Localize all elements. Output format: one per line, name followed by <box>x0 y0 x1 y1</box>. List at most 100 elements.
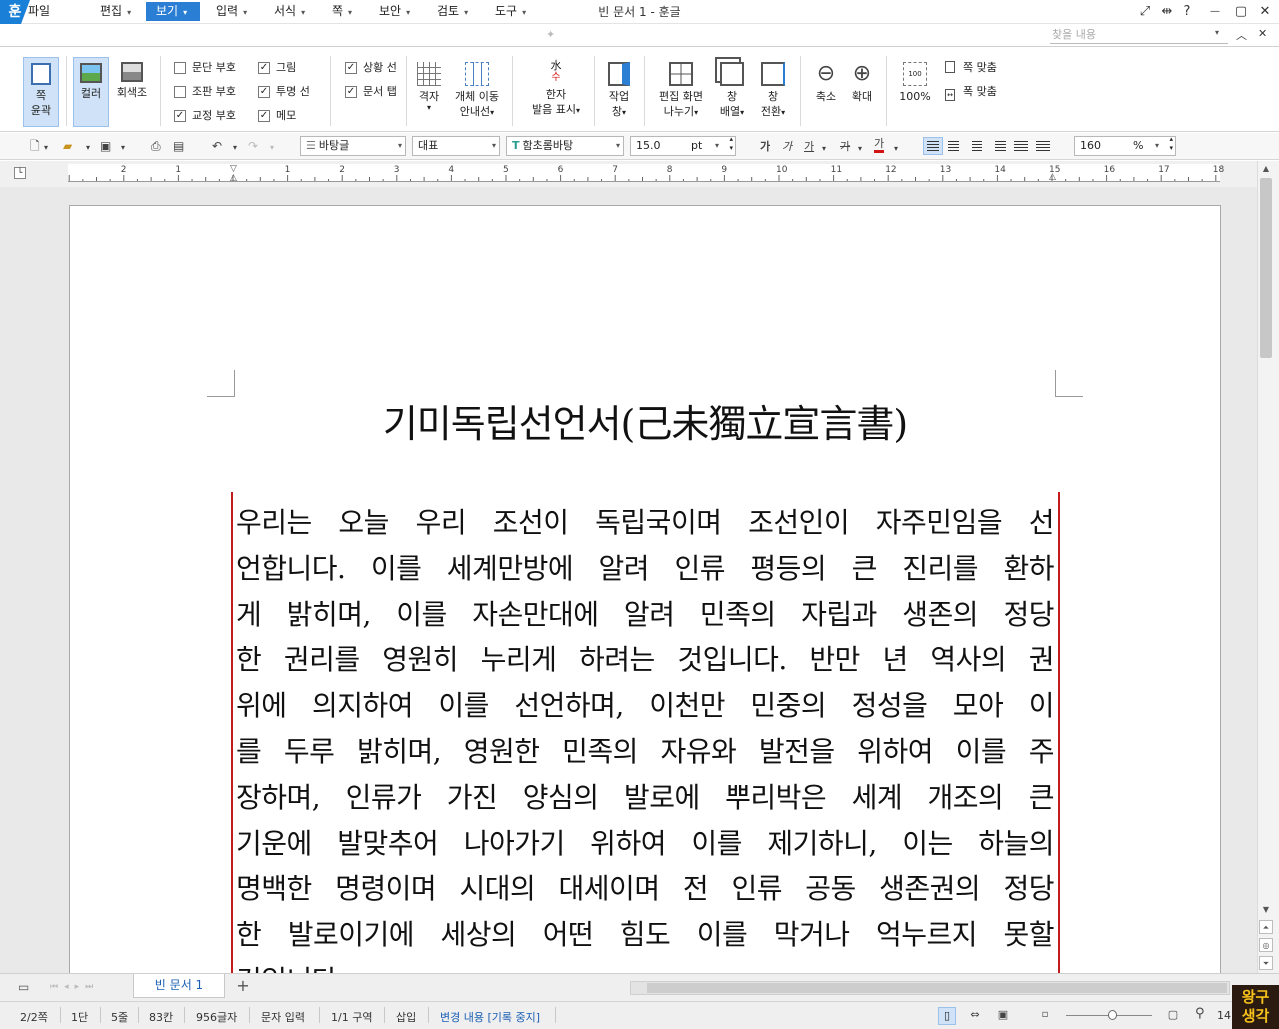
chat-icon[interactable]: ✦ <box>546 28 562 42</box>
split-view-button[interactable]: 편집 화면 나누기▾ <box>652 62 710 124</box>
check-transparent-line[interactable]: ✓ 투명 선 <box>258 84 310 100</box>
open-dropdown-icon[interactable]: ▾ <box>86 140 90 156</box>
check-picture[interactable]: ✓ 그림 <box>258 60 296 76</box>
print-icon[interactable]: ⎙ <box>151 138 161 154</box>
menu-security[interactable]: 보안 ▾ <box>375 2 414 21</box>
status-insert[interactable]: 삽입 <box>396 1009 416 1025</box>
help-icon[interactable]: ? <box>1176 0 1198 24</box>
tab-nav-icons[interactable]: ⏮◂▸⏭ <box>50 982 99 992</box>
collapse-ribbon-icon[interactable]: ︿ <box>1236 27 1247 43</box>
status-track-changes[interactable]: 변경 내용 [기록 중지] <box>440 1009 540 1025</box>
size-stepper-icon[interactable]: ▴ ▾ <box>729 135 733 153</box>
check-paragraph-mark[interactable]: 문단 부호 <box>174 60 236 76</box>
fullscreen-icon[interactable]: ⤢ <box>1134 0 1156 24</box>
zoom-minus-icon[interactable]: ▫ <box>1036 1007 1054 1025</box>
check-memo[interactable]: ✓ 메모 <box>258 108 296 124</box>
grayscale-button[interactable]: 회색조 <box>112 62 152 122</box>
view-width-icon[interactable]: ⇔ <box>966 1007 984 1025</box>
align-left-button[interactable] <box>945 137 965 155</box>
zoom-out-button[interactable]: ⊖ 축소 <box>808 62 844 112</box>
status-page[interactable]: 2/2쪽 <box>20 1009 48 1025</box>
page-select-icon[interactable]: ◎ <box>1259 938 1273 952</box>
menu-insert[interactable]: 입력 ▾ <box>212 2 251 21</box>
memo-list-icon[interactable]: ▭ <box>18 980 29 994</box>
style-select[interactable]: ☰ 바탕글 ▾ <box>300 136 406 156</box>
new-doc-icon[interactable]: 🗋 <box>30 138 40 154</box>
indent-marker-icon[interactable]: ▽ △ <box>230 165 237 183</box>
tab-document-1[interactable]: 빈 문서 1 <box>133 974 225 998</box>
align-right-button[interactable] <box>989 137 1009 155</box>
grid-button[interactable]: 격자 ▾ <box>412 62 446 124</box>
vertical-scroll-thumb[interactable] <box>1260 178 1272 358</box>
new-dropdown-icon[interactable]: ▾ <box>44 140 48 156</box>
next-page-icon[interactable]: ⏷ <box>1259 956 1273 970</box>
text-color-dropdown-icon[interactable]: ▾ <box>894 141 898 157</box>
zoom-in-button[interactable]: ⊕ 확대 <box>844 62 880 112</box>
close-doc-icon[interactable]: ✕ <box>1258 27 1267 40</box>
fit-width-button[interactable]: ↔ 폭 맞춤 <box>945 84 997 101</box>
underline-icon[interactable]: 가 <box>804 139 814 155</box>
pin-icon[interactable]: ⇹ <box>1156 0 1178 24</box>
undo-icon[interactable]: ↶ <box>212 138 222 154</box>
zoom-100-button[interactable]: 100 100% <box>895 62 935 112</box>
object-guide-button[interactable]: 개체 이동 안내선▾ <box>450 62 504 124</box>
zoom-plus-icon[interactable]: ▢ <box>1164 1007 1182 1025</box>
prev-page-icon[interactable]: ⏶ <box>1259 920 1273 934</box>
zoom-stepper-icon[interactable]: ▴ ▾ <box>1169 135 1173 153</box>
horizontal-scroll-thumb[interactable] <box>647 983 1227 993</box>
underline-dropdown-icon[interactable]: ▾ <box>822 141 826 157</box>
align-distribute-button[interactable] <box>1011 137 1031 155</box>
redo-icon[interactable]: ↷ <box>248 138 258 154</box>
zoom-input[interactable]: 160% ▾ ▴ ▾ <box>1074 135 1176 156</box>
minimize-icon[interactable]: — <box>1204 0 1226 24</box>
text-color-icon[interactable]: 가 <box>874 137 885 153</box>
menu-edit[interactable]: 편집 ▾ <box>96 2 135 21</box>
tab-type-icon[interactable]: └ <box>14 167 26 179</box>
menu-tools[interactable]: 도구 ▾ <box>491 2 530 21</box>
redo-dropdown-icon[interactable]: ▾ <box>270 140 274 156</box>
arrange-windows-button[interactable]: 창 배열▾ <box>714 62 750 124</box>
undo-dropdown-icon[interactable]: ▾ <box>233 140 237 156</box>
scroll-down-icon[interactable]: ▼ <box>1259 903 1273 917</box>
strike-dropdown-icon[interactable]: ▾ <box>858 141 862 157</box>
lang-select[interactable]: 대표 ▾ <box>412 136 500 156</box>
open-folder-icon[interactable]: ▰ <box>63 138 72 154</box>
bold-icon[interactable]: 가 <box>760 139 770 155</box>
menu-page[interactable]: 쪽 ▾ <box>328 2 356 21</box>
zoom-slider-thumb[interactable] <box>1108 1010 1117 1020</box>
fit-page-button[interactable]: 쪽 맞춤 <box>945 60 997 76</box>
document-body[interactable]: 우리는 오늘 우리 조선이 독립국이며 조선인이 자주민임을 선 언합니다. 이… <box>236 500 1055 1004</box>
close-icon[interactable]: ✕ <box>1254 0 1276 24</box>
align-split-button[interactable] <box>1033 137 1053 155</box>
menu-review[interactable]: 검토 ▾ <box>433 2 472 21</box>
align-center-button[interactable] <box>967 137 987 155</box>
right-margin-marker-icon[interactable]: △ <box>1049 172 1056 182</box>
strike-icon[interactable]: 가 <box>840 139 850 155</box>
check-doc-tab[interactable]: ✓ 문서 탭 <box>345 84 397 100</box>
zoom-magnifier-icon[interactable]: ⚲ <box>1195 1006 1205 1021</box>
search-dropdown-icon[interactable]: ▾ <box>1215 28 1219 37</box>
font-size-input[interactable]: 15.0 pt ▾ ▴ ▾ <box>630 135 736 156</box>
task-pane-button[interactable]: 작업 창▾ <box>600 62 638 124</box>
scroll-up-icon[interactable]: ▲ <box>1259 162 1273 176</box>
restore-icon[interactable]: ▢ <box>1230 0 1252 24</box>
check-status-line[interactable]: ✓ 상황 선 <box>345 60 397 76</box>
hanja-pron-button[interactable]: 水수 한자 발음 표시▾ <box>526 60 586 124</box>
check-control-mark[interactable]: 조판 부호 <box>174 84 236 100</box>
preview-icon[interactable]: ▤ <box>173 138 184 154</box>
color-mode-button[interactable]: 컬러 <box>73 57 109 127</box>
search-input[interactable]: 찾을 내용 <box>1050 27 1228 44</box>
align-justify-button[interactable] <box>923 137 943 155</box>
add-tab-button[interactable]: + <box>232 975 254 997</box>
menu-file[interactable]: 파일 <box>24 2 54 21</box>
document-title[interactable]: 기미독립선언서(己未獨立宣言書) <box>69 393 1221 448</box>
view-full-icon[interactable]: ▣ <box>994 1007 1012 1025</box>
page-outline-button[interactable]: 쪽 윤곽 <box>23 57 59 127</box>
switch-window-button[interactable]: 창 전환▾ <box>754 62 792 124</box>
view-page-icon[interactable]: ▯ <box>938 1007 956 1025</box>
font-select[interactable]: T 함초롬바탕 ▾ <box>506 136 624 156</box>
menu-format[interactable]: 서식 ▾ <box>270 2 309 21</box>
check-proof-mark[interactable]: ✓ 교정 부호 <box>174 108 236 124</box>
save-icon[interactable]: ▣ <box>100 138 111 154</box>
save-dropdown-icon[interactable]: ▾ <box>121 140 125 156</box>
